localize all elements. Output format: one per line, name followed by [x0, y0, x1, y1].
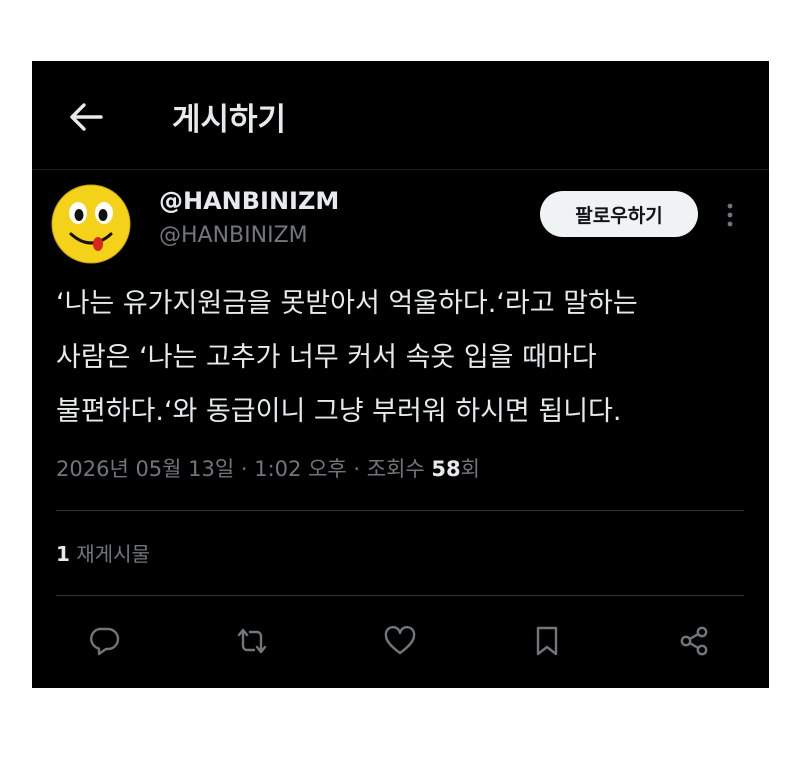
reposts-stat[interactable]: 1 재게시물 — [56, 538, 150, 567]
repost-icon — [237, 628, 267, 654]
post-text-line: 사람은 ‘나는 고추가 너무 커서 속옷 입을 때마다 — [56, 342, 597, 373]
header-bar: 게시하기 — [32, 61, 769, 170]
views-label-suffix: 회 — [460, 457, 480, 481]
page-title: 게시하기 — [172, 102, 287, 138]
heart-icon — [384, 626, 416, 655]
share-icon — [680, 626, 708, 656]
meta-separator: · — [234, 457, 255, 481]
repost-button[interactable] — [232, 621, 272, 661]
like-button[interactable] — [380, 621, 420, 661]
action-bar — [32, 621, 769, 663]
bookmark-button[interactable] — [527, 621, 567, 661]
more-vertical-icon — [727, 203, 733, 227]
reply-button[interactable] — [85, 621, 125, 661]
more-button[interactable] — [720, 199, 740, 231]
post-text: ‘나는 유가지원금을 못받아서 억울하다.‘라고 말하는 사람은 ‘나는 고추가… — [56, 277, 756, 439]
post-date: 2026년 05월 13일 — [56, 457, 235, 481]
divider — [56, 595, 744, 596]
reposts-label: 재게시물 — [69, 542, 150, 566]
back-button[interactable] — [66, 97, 106, 137]
views-count: 58 — [431, 457, 461, 481]
views-label-prefix: 조회수 — [366, 457, 432, 481]
post-text-line: ‘나는 유가지원금을 못받아서 억울하다.‘라고 말하는 — [56, 288, 638, 319]
bookmark-icon — [536, 626, 558, 656]
author-handle[interactable]: @HANBINIZM — [159, 223, 308, 248]
post-text-line: 불편하다.‘와 동급이니 그냥 부러워 하시면 됩니다. — [56, 396, 622, 427]
arrow-left-icon — [70, 103, 103, 131]
post-screen: 게시하기 @HANBINIZM @HANBINIZM 팔로우하기 ‘나는 유가지… — [32, 61, 769, 688]
post-metadata: 2026년 05월 13일 · 1:02 오후 · 조회수 58회 — [56, 453, 480, 483]
follow-button[interactable]: 팔로우하기 — [540, 191, 698, 237]
avatar[interactable] — [51, 184, 131, 264]
post-time: 1:02 오후 — [254, 457, 347, 481]
reply-icon — [90, 627, 120, 656]
share-button[interactable] — [674, 621, 714, 661]
meta-separator: · — [346, 457, 367, 481]
reposts-count: 1 — [56, 542, 70, 566]
divider — [56, 510, 744, 511]
author-name[interactable]: @HANBINIZM — [159, 187, 339, 215]
